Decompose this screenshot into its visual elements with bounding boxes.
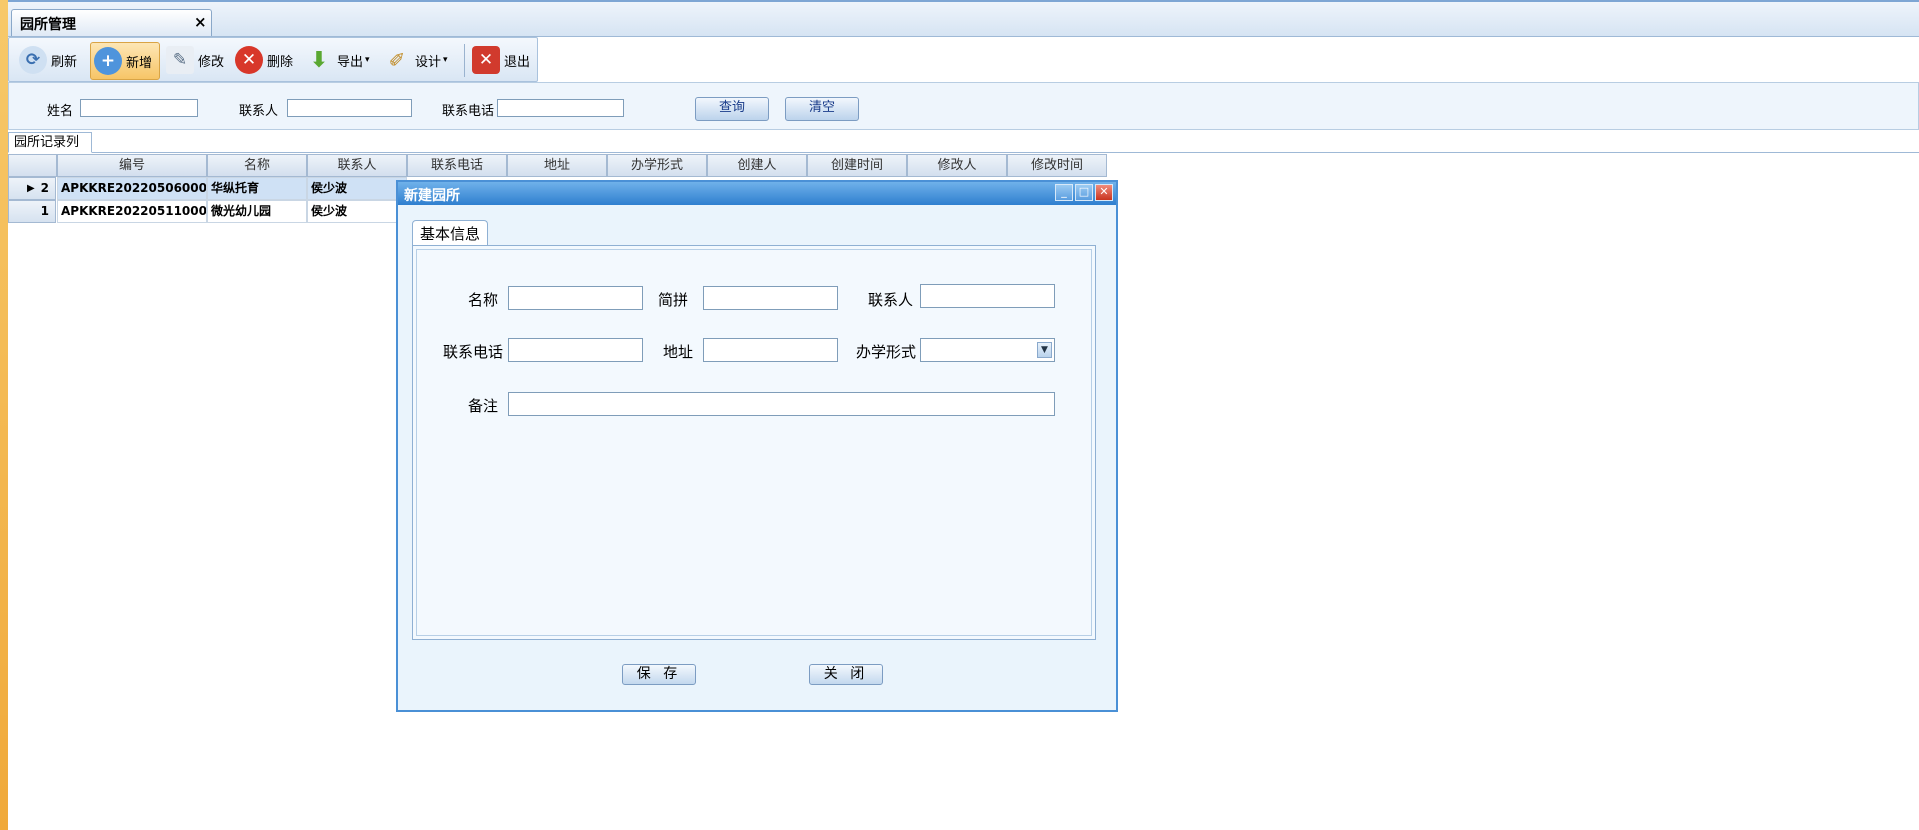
table-cell[interactable]: 微光幼儿园 (207, 200, 307, 223)
refresh-label: 刷新 (51, 54, 78, 70)
delete-icon: ✕ (235, 46, 263, 74)
column-header[interactable]: 修改时间 (1007, 154, 1107, 177)
column-header[interactable]: 地址 (507, 154, 607, 177)
phone-field[interactable] (508, 338, 643, 362)
column-header[interactable]: 创建时间 (807, 154, 907, 177)
row-number: 1 (40, 204, 49, 218)
pencil-icon: ✎ (166, 46, 194, 74)
toolbar: ⟳ 刷新 + 新增 ✎ 修改 ✕ 删除 ⬇ 导出 ▾ ✐ 设计 ▾ ✕ 退出 (8, 37, 538, 82)
dialog-title-bar[interactable]: 新建园所 _ □ ✕ (398, 182, 1116, 205)
column-header[interactable]: 创建人 (707, 154, 807, 177)
chevron-down-icon[interactable]: ▼ (1037, 342, 1052, 358)
add-label: 新增 (126, 55, 153, 71)
toolbar-separator (464, 44, 465, 77)
search-panel: 姓名 联系人 联系电话 查询 清空 (8, 82, 1919, 130)
phone-field-label: 联系电话 (442, 343, 503, 361)
table-cell[interactable]: 华纵托育 (207, 177, 307, 200)
document-tab-strip (8, 0, 1919, 37)
address-field[interactable] (703, 338, 838, 362)
remark-field-label: 备注 (467, 397, 498, 415)
maximize-icon[interactable]: □ (1075, 184, 1093, 201)
exit-button[interactable]: ✕ 退出 (472, 42, 530, 78)
remark-field[interactable] (508, 392, 1055, 416)
export-button[interactable]: ⬇ 导出 ▾ (305, 42, 370, 78)
contact-field[interactable] (920, 284, 1055, 308)
add-button[interactable]: + 新增 (90, 42, 160, 80)
design-button[interactable]: ✐ 设计 ▾ (383, 42, 448, 78)
edit-button[interactable]: ✎ 修改 (166, 42, 224, 78)
name-field[interactable] (508, 286, 643, 310)
table-cell[interactable]: APKKRE20220506000001 (57, 177, 207, 200)
current-row-icon: ▶ (27, 183, 35, 194)
minimize-icon[interactable]: _ (1055, 184, 1073, 201)
pinyin-field-label: 简拼 (657, 291, 688, 309)
left-edge-bar (0, 0, 8, 830)
delete-button[interactable]: ✕ 删除 (235, 42, 293, 78)
name-label: 姓名 (47, 104, 74, 119)
plus-icon: + (94, 47, 122, 75)
close-icon[interactable]: ✕ (1095, 184, 1113, 201)
row-indicator[interactable]: ▶ 2 (8, 177, 56, 200)
tab-basic-info[interactable]: 基本信息 (412, 220, 488, 246)
refresh-button[interactable]: ⟳ 刷新 (19, 42, 77, 78)
close-button[interactable]: 关 闭 (809, 664, 883, 685)
exit-icon: ✕ (472, 46, 500, 74)
name-field-label: 名称 (467, 291, 498, 309)
export-label: 导出 (337, 54, 364, 70)
save-button[interactable]: 保 存 (622, 664, 696, 685)
clear-button[interactable]: 清空 (785, 97, 859, 121)
table-cell[interactable]: 侯少波 (307, 200, 407, 223)
column-header[interactable]: 联系人 (307, 154, 407, 177)
column-header[interactable]: 联系电话 (407, 154, 507, 177)
list-tab-bar (8, 130, 1919, 153)
contact-search-input[interactable] (287, 99, 412, 117)
tab-record-list[interactable]: 园所记录列表 (8, 132, 92, 170)
column-header[interactable]: 编号 (57, 154, 207, 177)
row-number: 2 (40, 181, 49, 195)
table-cell[interactable]: APKKRE20220511000001 (57, 200, 207, 223)
address-field-label: 地址 (662, 343, 693, 361)
phone-search-input[interactable] (497, 99, 624, 117)
phone-label: 联系电话 (442, 104, 495, 119)
ruler-pencil-icon: ✐ (388, 48, 406, 72)
edit-label: 修改 (198, 54, 225, 70)
column-header[interactable]: 名称 (207, 154, 307, 177)
design-label: 设计 (415, 54, 442, 70)
contact-label: 联系人 (239, 104, 279, 119)
refresh-icon: ⟳ (19, 46, 47, 74)
column-header[interactable]: 办学形式 (607, 154, 707, 177)
chevron-down-icon: ▾ (443, 55, 448, 65)
name-search-input[interactable] (80, 99, 198, 117)
query-button[interactable]: 查询 (695, 97, 769, 121)
document-tab[interactable]: 园所管理 × (11, 9, 212, 36)
document-tab-title: 园所管理 (20, 17, 76, 33)
download-icon: ⬇ (309, 47, 329, 73)
dialog-title: 新建园所 (404, 188, 460, 204)
exit-label: 退出 (504, 54, 531, 70)
column-header[interactable]: 修改人 (907, 154, 1007, 177)
grid-corner (8, 154, 57, 177)
new-kindergarten-dialog: 新建园所 _ □ ✕ 基本信息 名称 简拼 联系人 联系电话 地址 办学形式 ▼… (396, 180, 1118, 712)
chevron-down-icon: ▾ (365, 55, 370, 65)
table-cell[interactable]: 侯少波 (307, 177, 407, 200)
delete-label: 删除 (267, 54, 294, 70)
contact-field-label: 联系人 (867, 291, 913, 309)
row-indicator[interactable]: 1 (8, 200, 56, 223)
school-type-select[interactable]: ▼ (920, 338, 1055, 362)
school-type-field-label: 办学形式 (855, 343, 916, 361)
pinyin-field[interactable] (703, 286, 838, 310)
close-icon[interactable]: × (194, 13, 207, 31)
